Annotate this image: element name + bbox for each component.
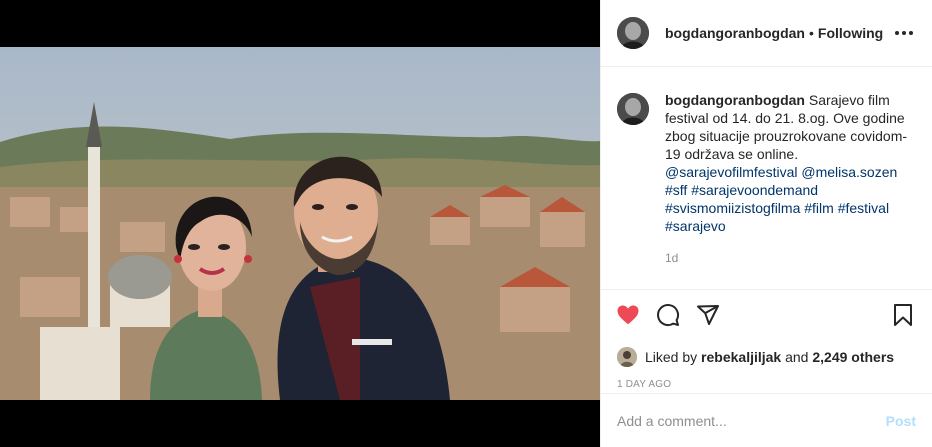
- likes-text: Liked by rebekaljiljak and 2,249 others: [645, 349, 894, 365]
- more-dot: [895, 31, 899, 35]
- comment-input[interactable]: [617, 412, 886, 429]
- hashtag-link[interactable]: #svismomiizistogfilma: [665, 200, 800, 216]
- caption-time-ago[interactable]: 1d: [665, 251, 915, 265]
- caption-area: bogdangoranbogdan Sarajevo film festival…: [601, 67, 932, 290]
- action-bar: [601, 290, 932, 340]
- likes-prefix: Liked by: [645, 349, 698, 365]
- likes-and: and: [785, 349, 809, 365]
- instagram-post: bogdangoranbogdan • Following bogdangora…: [0, 0, 932, 447]
- save-button[interactable]: [890, 302, 916, 328]
- mention-link[interactable]: @melisa.sozen: [801, 164, 897, 180]
- hashtag-link[interactable]: #festival: [838, 200, 889, 216]
- following-button[interactable]: Following: [818, 25, 883, 41]
- comment-icon: [657, 304, 680, 327]
- author-username[interactable]: bogdangoranbogdan: [665, 25, 805, 41]
- post-photo[interactable]: [0, 47, 600, 400]
- bookmark-icon: [894, 304, 912, 326]
- hashtag-link[interactable]: #sarajevo: [665, 218, 726, 234]
- liker-username[interactable]: rebekaljiljak: [701, 349, 781, 365]
- avatar-image: [617, 17, 649, 49]
- share-icon: [697, 305, 719, 325]
- heart-filled-icon: [617, 305, 639, 325]
- comment-button[interactable]: [655, 302, 681, 328]
- avatar-image: [617, 347, 637, 367]
- likes-others-link[interactable]: 2,249 others: [812, 349, 894, 365]
- hashtag-link[interactable]: #film: [804, 200, 834, 216]
- caption-author-avatar[interactable]: [617, 93, 649, 125]
- caption-text: bogdangoranbogdan Sarajevo film festival…: [665, 91, 915, 235]
- author-avatar[interactable]: [617, 17, 649, 49]
- post-header: bogdangoranbogdan • Following: [601, 0, 932, 67]
- likes-summary: Liked by rebekaljiljak and 2,249 others: [601, 340, 932, 374]
- share-button[interactable]: [695, 302, 721, 328]
- hashtag-link[interactable]: #sarajevoondemand: [691, 182, 818, 198]
- header-separator: •: [808, 25, 814, 41]
- like-button[interactable]: [615, 302, 641, 328]
- caption-body: bogdangoranbogdan Sarajevo film festival…: [665, 91, 915, 289]
- hashtag-link[interactable]: #sff: [665, 182, 687, 198]
- post-media: [0, 0, 600, 447]
- more-dot: [902, 31, 906, 35]
- post-sidebar: bogdangoranbogdan • Following bogdangora…: [600, 0, 932, 447]
- more-dot: [909, 31, 913, 35]
- post-comment-button[interactable]: Post: [886, 413, 916, 429]
- comment-form: Post: [601, 393, 932, 447]
- caption-author[interactable]: bogdangoranbogdan: [665, 92, 805, 108]
- mention-link[interactable]: @sarajevofilmfestival: [665, 164, 797, 180]
- more-horizontal-icon[interactable]: [892, 21, 916, 45]
- avatar-image: [617, 93, 649, 125]
- liker-avatar[interactable]: [617, 347, 637, 367]
- photo-illustration: [0, 47, 600, 400]
